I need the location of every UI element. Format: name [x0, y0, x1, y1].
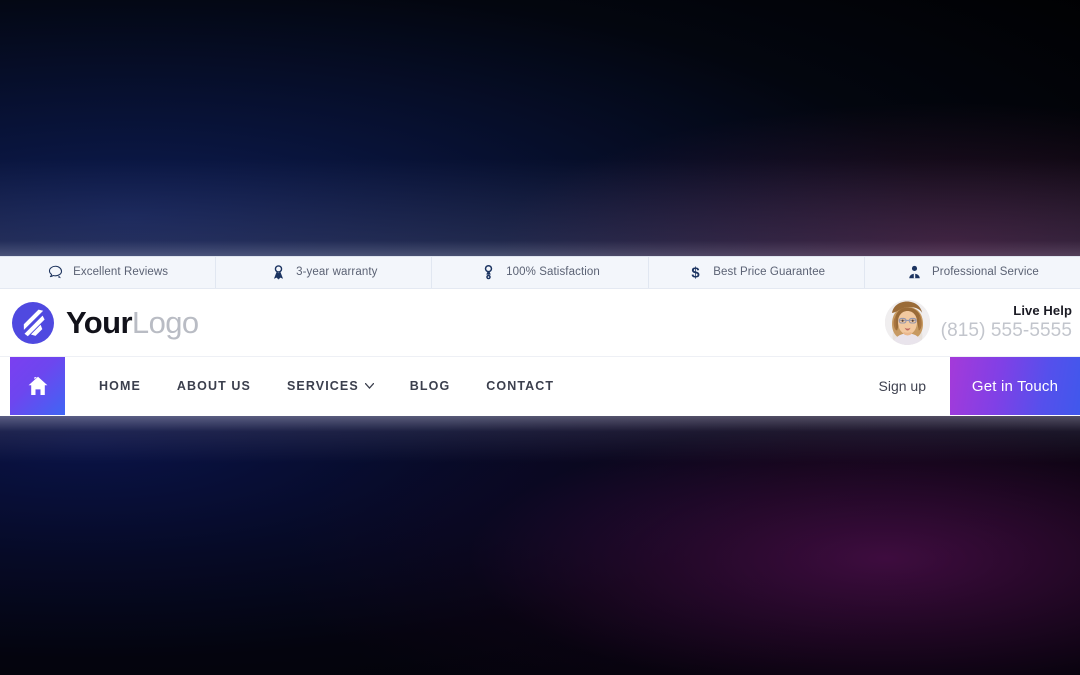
dollar-sign-icon: $ [687, 264, 704, 280]
swoosh-circle-logo-icon [10, 300, 56, 346]
feature-3-year-warranty[interactable]: 3-year warranty [216, 256, 433, 288]
support-agent-avatar [884, 300, 930, 345]
nav-item-contact[interactable]: CONTACT [468, 357, 572, 415]
nav-actions: Sign up Get in Touch [855, 357, 1080, 415]
chevron-down-icon [364, 383, 374, 389]
feature-label: Professional Service [932, 266, 1039, 278]
brand-primary: Your [66, 305, 133, 340]
nav-item-label: CONTACT [486, 379, 555, 393]
ribbon-award-icon [270, 264, 287, 281]
feature-best-price-guarantee[interactable]: $ Best Price Guarantee [649, 256, 865, 288]
hero-background-top [0, 0, 1080, 256]
brand-header-row: YourLogo Live Help (815) 555-5555 [0, 289, 1080, 357]
nav-menu: HOME ABOUT US SERVICES BLOG CONTACT [65, 357, 572, 415]
feature-label: 100% Satisfaction [506, 266, 600, 278]
nav-item-label: ABOUT US [176, 379, 251, 393]
feature-label: 3-year warranty [296, 266, 378, 278]
live-help-text: Live Help (815) 555-5555 [941, 304, 1072, 341]
feature-professional-service[interactable]: Professional Service [865, 256, 1080, 288]
brand-secondary: Logo [131, 305, 199, 340]
nav-item-label: SERVICES [286, 379, 359, 393]
nav-item-label: HOME [99, 379, 141, 393]
chat-bubble-icon [47, 264, 64, 281]
feature-excellent-reviews[interactable]: Excellent Reviews [0, 256, 217, 288]
nav-item-blog[interactable]: BLOG [392, 357, 469, 415]
nav-item-services[interactable]: SERVICES [269, 357, 392, 415]
nav-item-label: BLOG [409, 379, 451, 393]
page-root: Excellent Reviews 3-year warranty 100% S… [0, 0, 1080, 675]
svg-text:$: $ [692, 265, 701, 280]
feature-label: Best Price Guarantee [713, 266, 826, 278]
top-feature-bar: Excellent Reviews 3-year warranty 100% S… [0, 256, 1080, 289]
home-icon [26, 374, 50, 398]
live-help-phone[interactable]: (815) 555-5555 [941, 320, 1072, 341]
brand-wordmark: YourLogo [66, 307, 199, 338]
hero-background-bottom [0, 416, 1080, 675]
get-in-touch-button[interactable]: Get in Touch [950, 357, 1080, 415]
medal-icon [480, 264, 497, 281]
feature-label: Excellent Reviews [73, 266, 169, 278]
live-help-block[interactable]: Live Help (815) 555-5555 [884, 300, 1072, 345]
site-header-block: Excellent Reviews 3-year warranty 100% S… [0, 256, 1080, 416]
brand-logo-link[interactable]: YourLogo [10, 300, 199, 346]
feature-100-satisfaction[interactable]: 100% Satisfaction [432, 256, 649, 288]
main-navigation-bar: HOME ABOUT US SERVICES BLOG CONTACT Sign… [0, 357, 1080, 415]
nav-item-about-us[interactable]: ABOUT US [159, 357, 269, 415]
nav-item-home[interactable]: HOME [81, 357, 159, 415]
nav-home-tile[interactable] [10, 357, 65, 415]
user-tie-icon [906, 264, 923, 281]
sign-up-link[interactable]: Sign up [855, 357, 950, 415]
live-help-title: Live Help [1013, 303, 1072, 319]
